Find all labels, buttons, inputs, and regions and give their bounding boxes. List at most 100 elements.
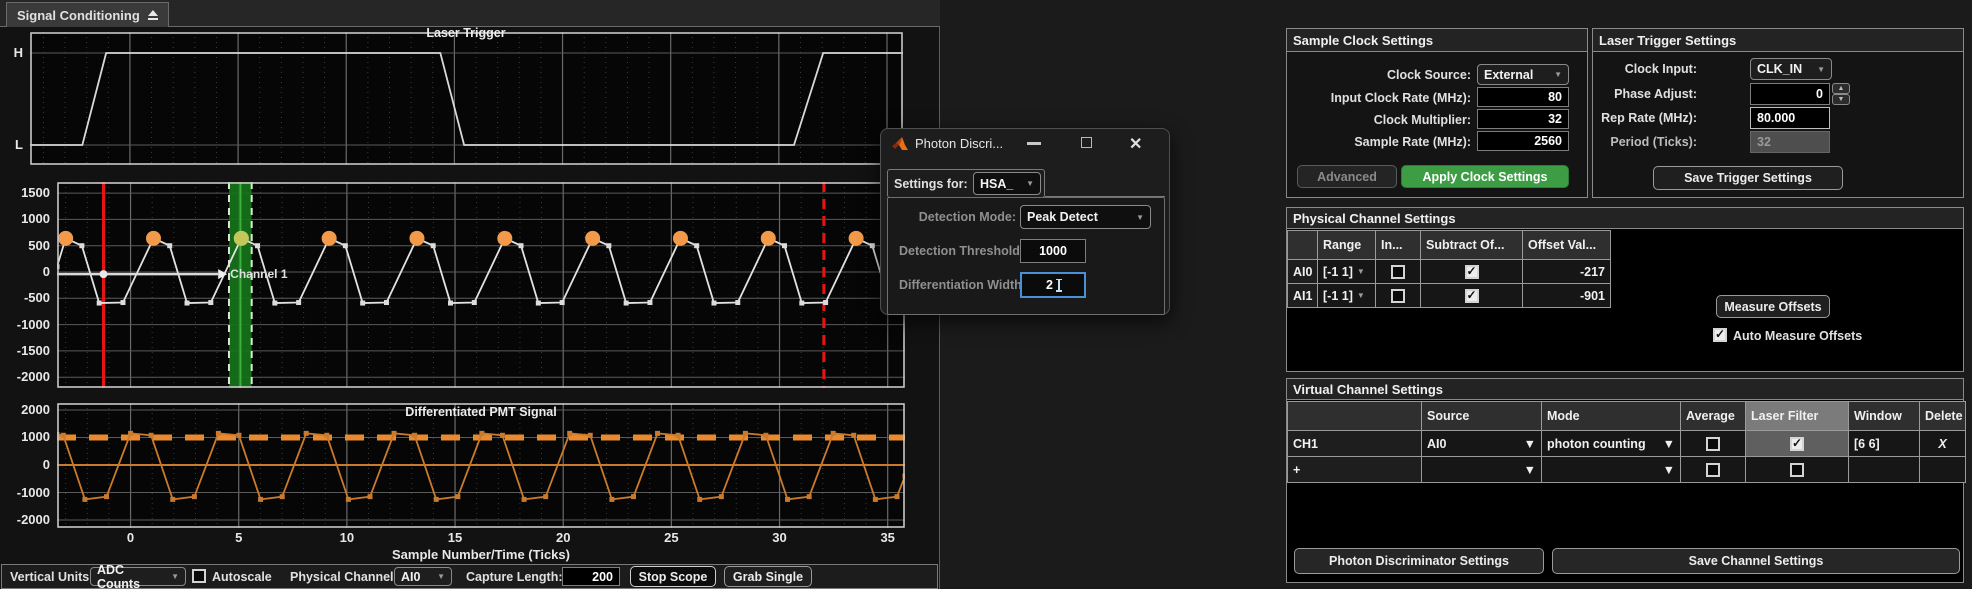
clock-multiplier-input[interactable]: 32 [1477,109,1569,129]
ch1-source-dropdown[interactable]: AI0▼ [1421,430,1542,457]
settings-for-dropdown[interactable]: HSA_ ▼ [973,172,1041,195]
maximize-button[interactable] [1081,137,1092,148]
ai0-invert-checkbox[interactable] [1391,265,1405,279]
diff-ytick: 1000 [0,429,50,444]
measure-offsets-button[interactable]: Measure Offsets [1716,295,1830,318]
ai0-range-dropdown[interactable]: [-1 1]▼ [1317,259,1376,284]
phase-adjust-input[interactable]: 0 [1750,83,1830,105]
physical-channel-dropdown[interactable]: AI0 ▼ [394,567,452,586]
phase-adjust-spin-down[interactable]: ▼ [1832,94,1850,105]
dialog-titlebar[interactable]: Photon Discri... ✕ [881,129,1169,159]
ai1-offset-value[interactable]: -901 [1522,283,1611,308]
laser-ytick: L [0,137,23,152]
ch1-average-checkbox[interactable] [1706,437,1720,451]
vertical-units-dropdown[interactable]: ADC Counts ▼ [90,567,186,586]
ai0-subtract-checkbox[interactable] [1465,265,1479,279]
tab-signal-conditioning[interactable]: Signal Conditioning [6,2,169,27]
col-header-offset[interactable]: Offset Val... [1522,230,1611,260]
apply-clock-settings-button[interactable]: Apply Clock Settings [1401,165,1569,188]
save-channel-settings-button[interactable]: Save Channel Settings [1552,548,1960,574]
col-header-window[interactable]: Window [1848,401,1920,431]
measure-offsets-label: Measure Offsets [1724,300,1821,314]
advanced-label: Advanced [1317,170,1377,184]
photon-discriminator-dialog: Photon Discri... ✕ Settings for: HSA_ ▼ … [880,128,1170,315]
col-header [1287,401,1422,431]
channel1-ytick: 1000 [0,211,50,226]
grab-single-button[interactable]: Grab Single [724,566,812,587]
stop-scope-button[interactable]: Stop Scope [630,566,716,587]
col-header-delete[interactable]: Delete [1919,401,1966,431]
new-average-checkbox[interactable] [1706,463,1720,477]
phase-adjust-spin-up[interactable]: ▲ [1832,83,1850,94]
app-window: Signal Conditioning HL Laser Trigger 150… [0,0,1972,589]
detection-threshold-label: Detection Threshold: [899,244,1016,258]
xtick-35: 35 [876,530,900,545]
laser-trigger-plot-title: Laser Trigger [366,26,566,40]
input-clock-rate-value: 80 [1548,90,1562,104]
photon-discriminator-settings-button[interactable]: Photon Discriminator Settings [1294,548,1544,574]
chevron-down-icon: ▼ [1663,437,1675,451]
differentiation-width-input[interactable]: 2 [1020,272,1086,298]
new-source-dropdown[interactable]: ▼ [1421,456,1542,483]
ch1-source-value: AI0 [1427,437,1446,451]
detection-mode-dropdown[interactable]: Peak Detect ▼ [1020,205,1151,229]
autoscale-checkbox[interactable] [192,569,206,583]
close-button[interactable]: ✕ [1129,134,1142,154]
ai0-offset-value[interactable]: -217 [1522,259,1611,284]
detection-threshold-input[interactable]: 1000 [1020,239,1086,263]
auto-measure-offsets-checkbox[interactable] [1713,328,1727,342]
capture-length-input[interactable]: 200 [562,567,620,586]
ai1-range-dropdown[interactable]: [-1 1]▼ [1317,283,1376,308]
input-clock-rate-input[interactable]: 80 [1477,87,1569,107]
col-header-invert[interactable]: In... [1375,230,1421,260]
new-laser-filter-checkbox[interactable] [1790,463,1804,477]
detection-mode-value: Peak Detect [1027,210,1098,224]
ai1-invert-checkbox[interactable] [1391,289,1405,303]
ch1-laser-filter-checkbox[interactable] [1790,437,1804,451]
differentiation-width-label: Differentiation Width: [899,278,1016,292]
ai1-subtract-checkbox[interactable] [1465,289,1479,303]
minimize-button[interactable] [1027,142,1041,145]
input-clock-rate-label: Input Clock Rate (MHz): [1286,91,1471,105]
xtick-30: 30 [768,530,792,545]
rep-rate-input[interactable]: 80.000 [1750,107,1830,129]
row-header-add[interactable]: + [1287,456,1422,483]
x-axis-label: Sample Number/Time (Ticks) [231,547,731,562]
physical-channel-panel: Physical Channel Settings Range In... Su… [1286,207,1964,372]
chevron-down-icon: ▼ [1026,179,1034,188]
channel1-ytick: -2000 [0,369,50,384]
col-header-subtract[interactable]: Subtract Of... [1420,230,1523,260]
ch1-window-value[interactable]: [6 6] [1848,430,1920,457]
text-cursor-icon [1058,279,1060,292]
col-header-laser-filter[interactable]: Laser Filter [1745,401,1849,431]
col-header-average[interactable]: Average [1680,401,1746,431]
ch1-mode-dropdown[interactable]: photon counting▼ [1541,430,1681,457]
row-header-ai1[interactable]: AI1 [1287,283,1318,308]
col-header-range[interactable]: Range [1317,230,1376,260]
ch1-delete-button[interactable]: X [1919,430,1966,457]
sample-rate-input[interactable]: 2560 [1477,131,1569,151]
chevron-down-icon: ▼ [1663,463,1675,477]
clock-source-dropdown[interactable]: External ▼ [1477,64,1569,85]
eject-icon[interactable] [148,10,158,20]
clock-input-dropdown[interactable]: CLK_IN ▼ [1750,58,1832,80]
chevron-down-icon: ▼ [437,572,445,581]
period-ticks-value: 32 [1757,135,1771,149]
col-header-source[interactable]: Source [1421,401,1542,431]
detection-threshold-value: 1000 [1039,244,1067,258]
period-ticks-label: Period (Ticks): [1592,135,1697,149]
x-axis-ticks: 05101520253035 [0,530,940,546]
advanced-button[interactable]: Advanced [1297,165,1397,188]
col-header-mode[interactable]: Mode [1541,401,1681,431]
ai0-invert-cell [1375,259,1421,284]
ai0-range-value: [-1 1] [1323,265,1353,279]
channel1-cursor-label[interactable]: Channel 1 [230,267,287,281]
save-trigger-settings-button[interactable]: Save Trigger Settings [1653,166,1843,190]
row-header-ai0[interactable]: AI0 [1287,259,1318,284]
new-window-cell [1848,456,1920,483]
save-channel-settings-label: Save Channel Settings [1689,554,1824,568]
row-header-ch1[interactable]: CH1 [1287,430,1422,457]
channel1-ytick: -1500 [0,343,50,358]
new-mode-dropdown[interactable]: ▼ [1541,456,1681,483]
xtick-5: 5 [227,530,251,545]
